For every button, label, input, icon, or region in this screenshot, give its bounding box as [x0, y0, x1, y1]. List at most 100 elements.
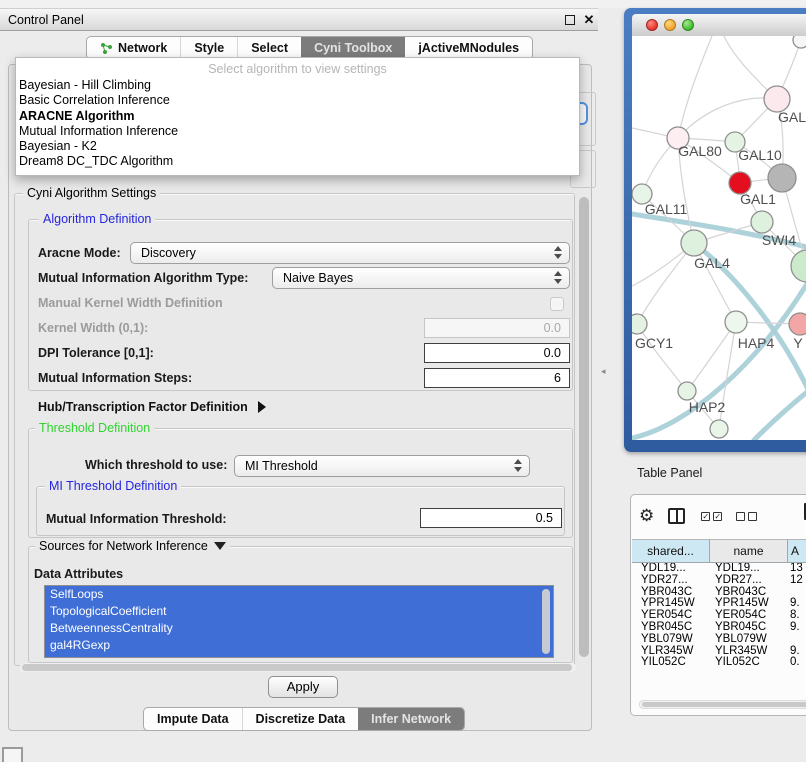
table-cell: YDR27... — [632, 575, 710, 587]
list-scrollbar[interactable] — [542, 589, 550, 654]
combo-stepper-icon — [554, 271, 562, 284]
network-nodes[interactable]: GALGAL80GAL10GAL1GAL11SWI4GAL4GCY1HAP4YH… — [632, 36, 806, 438]
table-row[interactable]: YIL052CYIL052C0. — [632, 657, 806, 669]
scrollbar-thumb[interactable] — [579, 197, 589, 657]
zoom-traffic-light[interactable] — [682, 19, 694, 31]
network-window-titlebar[interactable] — [632, 14, 806, 36]
network-node-gal4[interactable] — [681, 230, 707, 256]
divider-collapse-arrow-icon[interactable]: ◂ — [601, 366, 606, 377]
table-cell: 12 — [788, 575, 806, 587]
algorithm-option[interactable]: Mutual Information Inference — [19, 124, 579, 139]
algorithm-option[interactable]: Bayesian - Hill Climbing — [19, 78, 579, 93]
network-node-hap2[interactable] — [678, 382, 696, 400]
network-node-y[interactable] — [789, 313, 806, 335]
algorithm-option[interactable]: Dream8 DC_TDC Algorithm — [19, 154, 579, 169]
tab-infer-network[interactable]: Infer Network — [358, 708, 464, 730]
combo-stepper-icon — [514, 459, 522, 472]
data-attribute-item[interactable]: BetweennessCentrality — [45, 620, 553, 637]
settings-horizontal-scrollbar[interactable] — [20, 663, 576, 672]
network-icon — [100, 42, 113, 55]
network-node[interactable] — [710, 420, 728, 438]
select-all-icon[interactable]: ✓✓ — [701, 512, 722, 521]
tab-label: Cyni Toolbox — [314, 41, 392, 55]
node-label: HAP4 — [738, 335, 775, 351]
sources-title: Sources for Network Inference — [39, 539, 208, 553]
network-window: GALGAL80GAL10GAL1GAL11SWI4GAL4GCY1HAP4YH… — [624, 8, 806, 452]
manual-kernel-checkbox[interactable] — [550, 297, 564, 311]
algorithm-option[interactable]: ARACNE Algorithm — [19, 109, 579, 124]
kernel-width-input: 0.0 — [424, 318, 570, 338]
column-header-shared-name[interactable]: shared... — [632, 539, 710, 563]
minimize-traffic-light[interactable] — [664, 19, 676, 31]
tab-cyni-toolbox[interactable]: Cyni Toolbox — [301, 37, 405, 59]
table-row[interactable]: YDR27...YDR27...12 — [632, 575, 806, 587]
which-threshold-combo[interactable]: MI Threshold — [234, 455, 530, 477]
data-attribute-item[interactable]: gal4RGexp — [45, 637, 553, 654]
hub-definition-expander[interactable]: Hub/Transcription Factor Definition — [38, 400, 266, 414]
table-cell: YDR27... — [710, 575, 788, 587]
bottom-tabbar: Impute Data Discretize Data Infer Networ… — [143, 707, 465, 731]
data-attributes-list[interactable]: SelfLoopsTopologicalCoefficientBetweenne… — [44, 585, 554, 658]
algorithm-option[interactable]: Bayesian - K2 — [19, 139, 579, 154]
scrollbar-thumb[interactable] — [22, 664, 572, 671]
split-columns-icon[interactable] — [668, 508, 685, 524]
manual-kernel-label: Manual Kernel Width Definition — [38, 296, 223, 310]
dpi-tolerance-input[interactable]: 0.0 — [424, 343, 570, 363]
settings-vertical-scrollbar[interactable] — [578, 196, 590, 661]
combo-value: Naive Bayes — [283, 271, 353, 285]
algorithm-dropdown[interactable]: Select algorithm to view settings Bayesi… — [15, 57, 580, 176]
algorithm-dropdown-placeholder: Select algorithm to view settings — [16, 58, 579, 76]
table-toolbar: ⚙ ✓✓ — [639, 505, 771, 527]
sources-expander[interactable]: Sources for Network Inference — [35, 539, 230, 553]
node-label: GAL4 — [694, 255, 730, 271]
deselect-all-icon[interactable] — [736, 512, 757, 521]
column-header-clipped[interactable]: A — [788, 539, 806, 563]
network-node-hap4[interactable] — [725, 311, 747, 333]
mi-type-combo[interactable]: Naive Bayes — [272, 267, 570, 289]
group-title: Cyni Algorithm Settings — [23, 186, 160, 200]
table-panel-title: Table Panel — [637, 466, 702, 480]
minimized-panel-icon[interactable] — [2, 747, 23, 762]
table-cell: YBR045C — [710, 622, 788, 634]
node-label: GAL80 — [678, 143, 722, 159]
tab-jactivemnodules[interactable]: jActiveMNodules — [405, 37, 532, 59]
close-traffic-light[interactable] — [646, 19, 658, 31]
table-rows: YDL19...YDL19...13YDR27...YDR27...12YBR0… — [632, 563, 806, 669]
tab-discretize-data[interactable]: Discretize Data — [242, 708, 359, 730]
mi-steps-input[interactable]: 6 — [424, 368, 570, 388]
tab-impute-data[interactable]: Impute Data — [144, 708, 242, 730]
tab-select[interactable]: Select — [237, 37, 301, 59]
apply-button[interactable]: Apply — [268, 676, 338, 698]
network-graph: GALGAL80GAL10GAL1GAL11SWI4GAL4GCY1HAP4YH… — [632, 36, 806, 440]
mi-threshold-input[interactable]: 0.5 — [420, 508, 562, 528]
group-title: Threshold Definition — [35, 421, 154, 435]
table-cell: 0. — [788, 657, 806, 669]
network-node-gcy1[interactable] — [632, 314, 647, 334]
gear-icon[interactable]: ⚙ — [639, 506, 654, 526]
close-icon[interactable]: ✕ — [581, 9, 597, 31]
table-row[interactable]: YBL079WYBL079W — [632, 634, 806, 646]
column-header-name[interactable]: name — [710, 539, 788, 563]
data-attribute-item[interactable]: SelfLoops — [45, 586, 553, 603]
node-label: GAL1 — [740, 191, 776, 207]
algorithm-option[interactable]: Basic Correlation Inference — [19, 93, 579, 108]
hub-definition-label: Hub/Transcription Factor Definition — [38, 400, 248, 414]
network-node-swi4[interactable] — [751, 211, 773, 233]
network-node[interactable] — [791, 250, 806, 282]
network-canvas[interactable]: GALGAL80GAL10GAL1GAL11SWI4GAL4GCY1HAP4YH… — [632, 36, 806, 440]
tab-network[interactable]: Network — [87, 37, 180, 59]
table-row[interactable]: YBR045CYBR045C9. — [632, 622, 806, 634]
data-attribute-item[interactable]: TopologicalCoefficient — [45, 603, 553, 620]
aracne-mode-combo[interactable]: Discovery — [130, 242, 570, 264]
combo-value: MI Threshold — [245, 459, 318, 473]
network-node[interactable] — [793, 36, 806, 48]
scrollbar-thumb[interactable] — [642, 702, 806, 707]
table-cell: YBR045C — [632, 622, 710, 634]
table-horizontal-scrollbar[interactable] — [639, 700, 806, 709]
float-window-icon[interactable] — [565, 15, 575, 25]
combo-stepper-icon — [554, 246, 562, 259]
table-cell: YIL052C — [632, 657, 710, 669]
tab-label: Select — [251, 41, 288, 55]
network-node[interactable] — [768, 164, 796, 192]
tab-style[interactable]: Style — [180, 37, 237, 59]
